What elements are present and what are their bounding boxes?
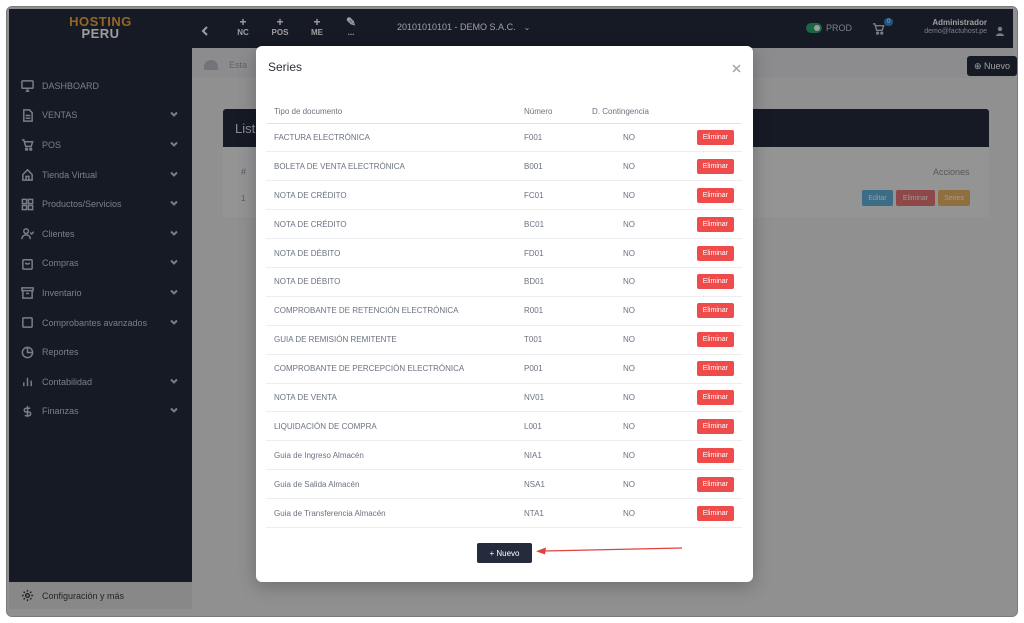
delete-series-button[interactable]: Eliminar xyxy=(696,361,734,377)
table-row: GUIA DE REMISIÓN REMITENTE T001 NO Eliminar xyxy=(266,325,742,355)
delete-series-button[interactable]: Eliminar xyxy=(696,332,734,348)
cell-number: BC01 xyxy=(516,209,584,240)
cell-contingency: NO xyxy=(584,325,674,355)
table-row: Guia de Salida Almacén NSA1 NO Eliminar xyxy=(266,469,742,500)
cell-type: NOTA DE DÉBITO xyxy=(266,267,516,297)
cell-contingency: NO xyxy=(584,354,674,384)
column-header-number: Número xyxy=(516,101,584,124)
delete-series-button[interactable]: Eliminar xyxy=(696,476,734,492)
cell-type: Guia de Transferencia Almacén xyxy=(266,498,516,528)
column-header-type: Tipo de documento xyxy=(266,101,516,124)
cell-number: F001 xyxy=(516,123,584,153)
cell-contingency: NO xyxy=(584,151,674,182)
table-row: COMPROBANTE DE RETENCIÓN ELECTRÓNICA R001… xyxy=(266,296,742,326)
cell-type: FACTURA ELECTRÓNICA xyxy=(266,123,516,153)
delete-series-button[interactable]: Eliminar xyxy=(696,418,734,434)
delete-series-button[interactable]: Eliminar xyxy=(696,303,734,319)
cell-number: NIA1 xyxy=(516,440,584,471)
cell-type: Guia de Salida Almacén xyxy=(266,469,516,500)
delete-series-button[interactable]: Eliminar xyxy=(696,245,734,261)
cell-contingency: NO xyxy=(584,238,674,268)
cell-contingency: NO xyxy=(584,411,674,442)
cell-contingency: NO xyxy=(584,498,674,528)
table-row: NOTA DE CRÉDITO FC01 NO Eliminar xyxy=(266,180,742,211)
table-row: NOTA DE VENTA NV01 NO Eliminar xyxy=(266,383,742,413)
cell-contingency: NO xyxy=(584,383,674,413)
cell-contingency: NO xyxy=(584,123,674,153)
cell-number: NTA1 xyxy=(516,498,584,528)
cell-type: NOTA DE CRÉDITO xyxy=(266,209,516,240)
cell-type: BOLETA DE VENTA ELECTRÓNICA xyxy=(266,151,516,182)
table-row: NOTA DE DÉBITO BD01 NO Eliminar xyxy=(266,267,742,297)
cell-number: B001 xyxy=(516,151,584,182)
cell-type: COMPROBANTE DE PERCEPCIÓN ELECTRÓNICA xyxy=(266,354,516,384)
annotation-arrow xyxy=(536,547,683,555)
cell-type: LIQUIDACIÓN DE COMPRA xyxy=(266,411,516,442)
delete-series-button[interactable]: Eliminar xyxy=(696,447,734,463)
modal-title: Series xyxy=(268,60,303,74)
cell-number: FD01 xyxy=(516,238,584,268)
cell-number: FC01 xyxy=(516,180,584,211)
table-row: Guia de Ingreso Almacén NIA1 NO Eliminar xyxy=(266,440,742,471)
table-row: Guia de Transferencia Almacén NTA1 NO Elimi… xyxy=(266,498,742,528)
cell-contingency: NO xyxy=(584,267,674,297)
table-header-row: Tipo de documento Número D. Contingencia xyxy=(266,101,742,124)
cell-number: NV01 xyxy=(516,383,584,413)
delete-series-button[interactable]: Eliminar xyxy=(696,505,734,521)
cell-contingency: NO xyxy=(584,296,674,326)
cell-type: NOTA DE DÉBITO xyxy=(266,238,516,268)
delete-series-button[interactable]: Eliminar xyxy=(696,216,734,232)
cell-number: BD01 xyxy=(516,267,584,297)
delete-series-button[interactable]: Eliminar xyxy=(696,129,734,145)
cell-type: COMPROBANTE DE RETENCIÓN ELECTRÓNICA xyxy=(266,296,516,326)
table-row: COMPROBANTE DE PERCEPCIÓN ELECTRÓNICA P00… xyxy=(266,354,742,384)
cell-number: NSA1 xyxy=(516,469,584,500)
cell-number: R001 xyxy=(516,296,584,326)
table-row: BOLETA DE VENTA ELECTRÓNICA B001 NO Elimina… xyxy=(266,151,742,182)
table-row: NOTA DE CRÉDITO BC01 NO Eliminar xyxy=(266,209,742,240)
series-modal: Series Tipo de documento Número D. Conti… xyxy=(256,46,753,582)
add-series-button[interactable]: + Nuevo xyxy=(477,543,532,563)
cell-type: GUIA DE REMISIÓN REMITENTE xyxy=(266,325,516,355)
column-header-contingency: D. Contingencia xyxy=(584,101,674,124)
cell-type: NOTA DE VENTA xyxy=(266,383,516,413)
cell-type: Guia de Ingreso Almacén xyxy=(266,440,516,471)
cell-number: P001 xyxy=(516,354,584,384)
cell-contingency: NO xyxy=(584,180,674,211)
table-row: NOTA DE DÉBITO FD01 NO Eliminar xyxy=(266,238,742,268)
table-row: LIQUIDACIÓN DE COMPRA L001 NO Eliminar xyxy=(266,411,742,442)
cell-contingency: NO xyxy=(584,209,674,240)
delete-series-button[interactable]: Eliminar xyxy=(696,158,734,174)
cell-number: L001 xyxy=(516,411,584,442)
close-icon[interactable] xyxy=(732,60,741,73)
cell-contingency: NO xyxy=(584,440,674,471)
delete-series-button[interactable]: Eliminar xyxy=(696,274,734,290)
delete-series-button[interactable]: Eliminar xyxy=(696,389,734,405)
delete-series-button[interactable]: Eliminar xyxy=(696,187,734,203)
table-row: FACTURA ELECTRÓNICA F001 NO Eliminar xyxy=(266,123,742,153)
series-table: Tipo de documento Número D. Contingencia… xyxy=(266,101,742,528)
cell-contingency: NO xyxy=(584,469,674,500)
cell-type: NOTA DE CRÉDITO xyxy=(266,180,516,211)
cell-number: T001 xyxy=(516,325,584,355)
